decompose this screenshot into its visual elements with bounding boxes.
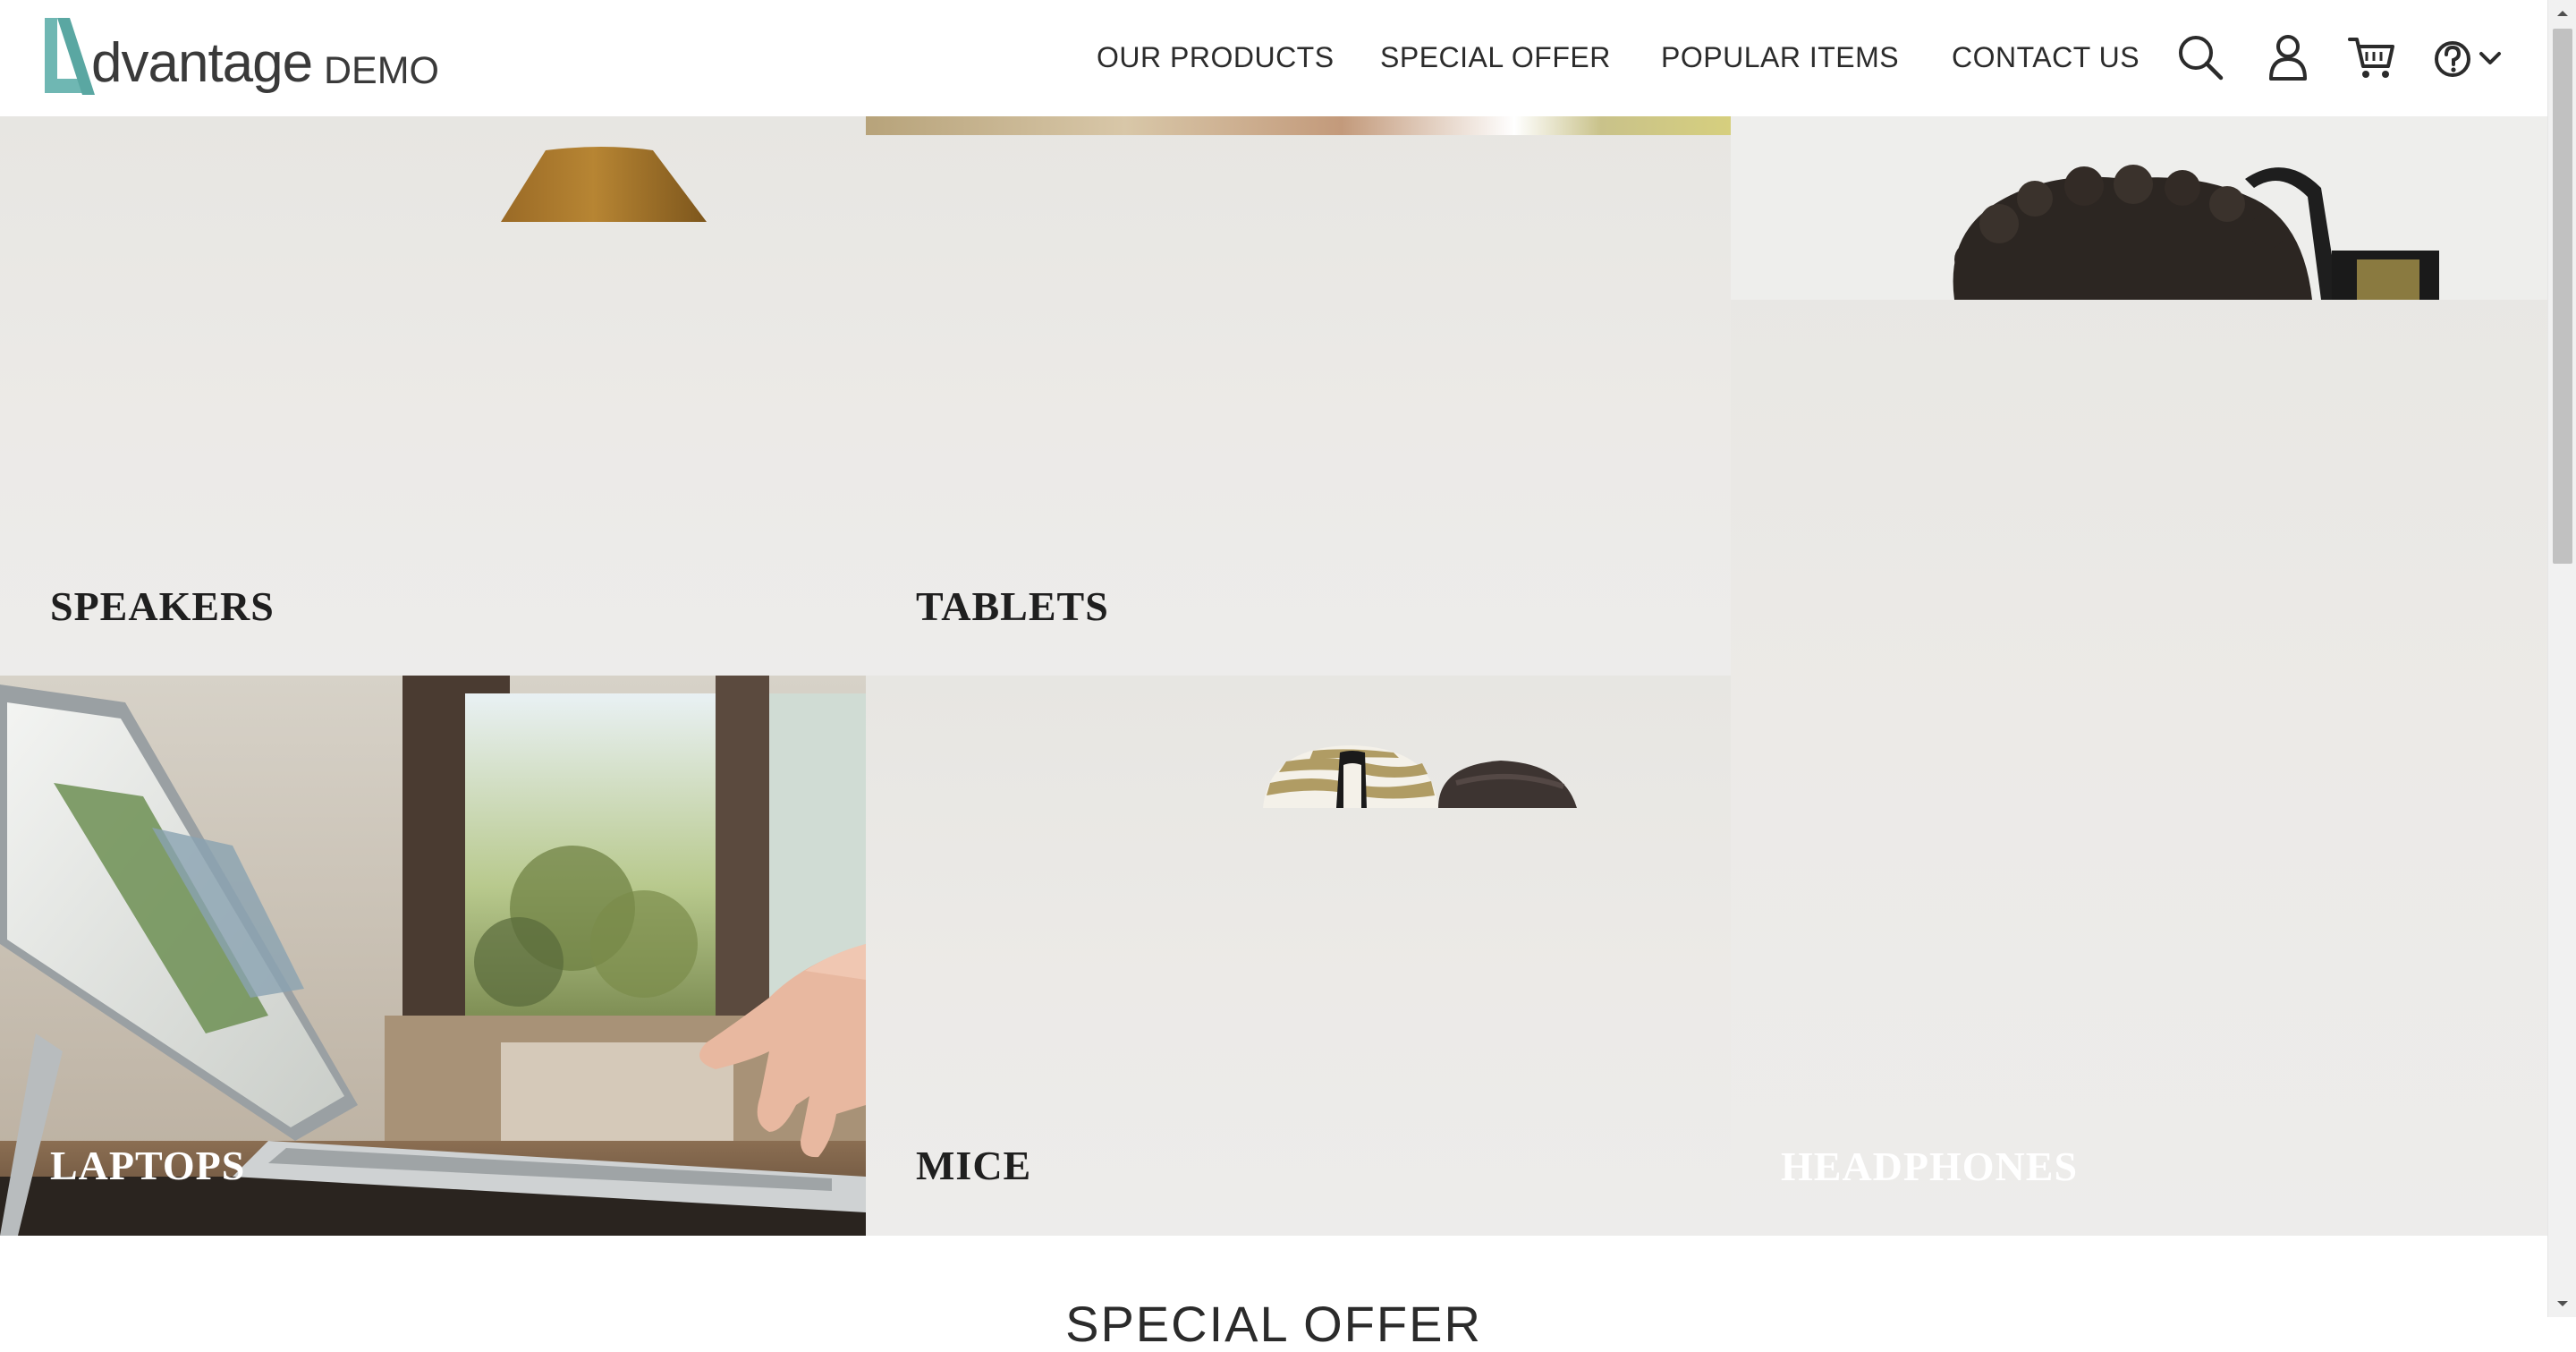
nav-special-offer[interactable]: SPECIAL OFFER	[1380, 41, 1611, 77]
nav-contact-us[interactable]: CONTACT US	[1952, 41, 2140, 77]
headphones-model-image	[1731, 116, 2547, 300]
nav-our-products[interactable]: OUR PRODUCTS	[1097, 41, 1335, 77]
scrollbar-thumb[interactable]	[2553, 29, 2572, 564]
cart-button[interactable]	[2347, 32, 2397, 87]
search-icon	[2179, 36, 2224, 81]
caret-down-icon	[2557, 1301, 2568, 1306]
category-label-speakers: SPEAKERS	[50, 583, 275, 629]
search-button[interactable]	[2175, 32, 2225, 87]
user-icon	[2269, 35, 2307, 81]
chevron-down-icon	[2479, 52, 2501, 64]
nav-popular-items[interactable]: POPULAR ITEMS	[1661, 41, 1899, 77]
category-tile-tablets[interactable]: TABLETS	[866, 116, 1731, 676]
logo-wordmark: dvantage	[91, 32, 313, 94]
top-nav-bar: dvantage DEMO OUR PRODUCTS SPECIAL OFFER…	[0, 0, 2547, 116]
special-offer-heading: SPECIAL OFFER	[1065, 1296, 1482, 1352]
category-tile-headphones[interactable]: HEADPHONES	[1731, 116, 2547, 1236]
category-label-laptops: LAPTOPS	[50, 1143, 246, 1188]
category-label-headphones: HEADPHONES	[1781, 1144, 2079, 1189]
category-tile-speakers[interactable]: SPEAKERS	[0, 116, 866, 676]
category-label-tablets: TABLETS	[916, 583, 1109, 629]
help-icon	[2435, 41, 2470, 77]
scroll-up-arrow[interactable]	[2548, 0, 2576, 27]
category-tile-mice[interactable]: MICE	[866, 676, 1731, 1236]
user-menu-button[interactable]	[2263, 32, 2313, 87]
logo-demo-suffix: DEMO	[324, 49, 439, 92]
category-tile-laptops[interactable]: LAPTOPS	[0, 676, 866, 1236]
caret-up-icon	[2557, 11, 2568, 16]
scroll-down-arrow[interactable]	[2548, 1290, 2576, 1317]
cart-icon	[2348, 38, 2394, 78]
advantage-logo[interactable]: dvantage DEMO	[39, 16, 451, 106]
category-label-mice: MICE	[916, 1143, 1032, 1188]
page-scrollbar[interactable]	[2547, 0, 2576, 1317]
